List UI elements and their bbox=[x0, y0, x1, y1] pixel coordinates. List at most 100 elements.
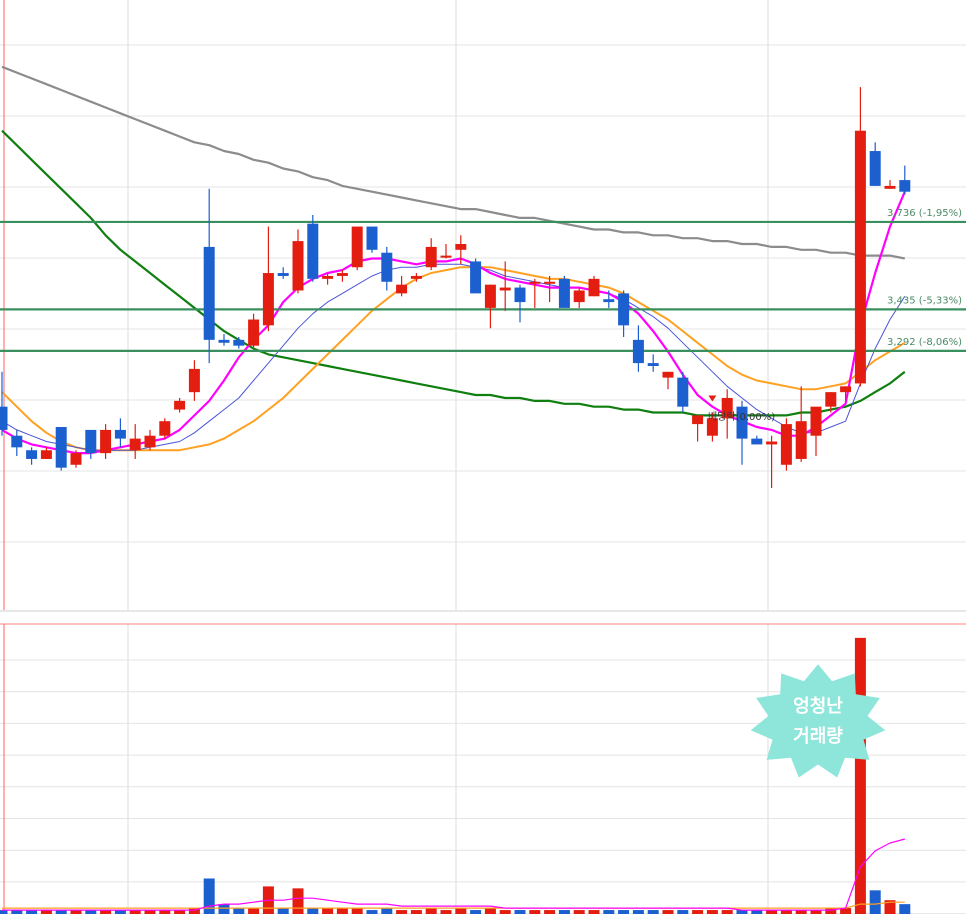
divider-gap bbox=[0, 610, 966, 624]
candle-body bbox=[203, 246, 215, 340]
candle-body bbox=[174, 400, 186, 410]
volume-bar-21 bbox=[307, 908, 319, 914]
candle-body bbox=[677, 377, 689, 407]
candle-40 bbox=[588, 275, 600, 297]
candle-body bbox=[692, 415, 704, 425]
candle-17 bbox=[248, 313, 260, 349]
candle-4 bbox=[55, 427, 67, 471]
candle-21 bbox=[307, 214, 319, 282]
candle-body bbox=[218, 339, 230, 343]
volume-bar-15 bbox=[218, 904, 230, 914]
candle-body bbox=[780, 424, 792, 465]
candle-body bbox=[455, 244, 467, 250]
candle-body bbox=[588, 278, 600, 297]
candle-body bbox=[869, 151, 881, 186]
candle-61 bbox=[899, 165, 911, 195]
candle-body bbox=[381, 252, 393, 282]
volume-bar-29 bbox=[425, 908, 437, 914]
candle-body bbox=[100, 429, 112, 454]
candle-51 bbox=[751, 435, 763, 445]
candle-body bbox=[396, 284, 408, 294]
volume-bar-44 bbox=[647, 910, 659, 914]
candle-body bbox=[425, 246, 437, 268]
candle-body bbox=[618, 293, 630, 326]
volume-bar-20 bbox=[292, 888, 304, 914]
candle-10 bbox=[144, 429, 156, 451]
candle-body bbox=[144, 435, 156, 448]
candle-body bbox=[40, 450, 52, 459]
volume-bar-58 bbox=[854, 637, 866, 914]
volume-bar-45 bbox=[662, 910, 674, 914]
candle-11 bbox=[159, 418, 171, 439]
candle-36 bbox=[529, 278, 541, 308]
moving-averages bbox=[1, 65, 906, 455]
volume-bar-35 bbox=[514, 910, 526, 914]
volume-ma-orange bbox=[2, 901, 905, 909]
candle-body bbox=[795, 421, 807, 459]
candle-body bbox=[499, 287, 511, 291]
candle-body bbox=[558, 278, 570, 308]
candle-18 bbox=[262, 226, 274, 332]
candles bbox=[0, 87, 911, 488]
candle-25 bbox=[366, 226, 378, 253]
volume-bar-41 bbox=[603, 910, 615, 914]
candle-body bbox=[632, 339, 644, 364]
candle-body bbox=[307, 223, 319, 279]
candle-body bbox=[810, 406, 822, 436]
level-label-0: 3,736 (-1,95%) bbox=[887, 208, 962, 219]
volume-bar-25 bbox=[366, 910, 378, 914]
candle-body bbox=[840, 386, 852, 393]
volume-bar-59 bbox=[869, 890, 881, 914]
chart-canvas: 3,736 (-1,95%) 3,435 (-5,33%) 3,292 (-8,06… bbox=[0, 0, 966, 915]
volume-bar-40 bbox=[588, 910, 600, 914]
candle-body bbox=[292, 241, 304, 291]
candle-47 bbox=[692, 415, 704, 442]
annotation-text: 베당락(0,00%) bbox=[708, 411, 775, 423]
candle-42 bbox=[618, 290, 630, 337]
candle-body bbox=[277, 273, 289, 276]
candle-body bbox=[0, 406, 8, 430]
candle-body bbox=[529, 281, 541, 284]
candle-body bbox=[322, 275, 334, 279]
volume-bar-23 bbox=[336, 908, 348, 914]
level-label-2: 3,292 (-8,06%) bbox=[887, 337, 962, 348]
candle-24 bbox=[351, 226, 363, 271]
stock-chart: 3,736 (-1,95%) 3,435 (-5,33%) 3,292 (-8,06… bbox=[0, 0, 966, 915]
candle-body bbox=[484, 284, 496, 308]
candle-body bbox=[662, 371, 674, 378]
candle-27 bbox=[396, 275, 408, 297]
candle-body bbox=[647, 363, 659, 366]
candle-46 bbox=[677, 371, 689, 413]
candle-50 bbox=[736, 400, 748, 465]
volume-bar-33 bbox=[484, 908, 496, 914]
volume-bar-56 bbox=[825, 908, 837, 914]
candle-body bbox=[248, 319, 260, 346]
volume-bar-48 bbox=[706, 910, 718, 914]
volume-bar-32 bbox=[470, 910, 482, 914]
candle-32 bbox=[470, 258, 482, 294]
volume-panel bbox=[0, 637, 911, 914]
candle-9 bbox=[129, 424, 141, 459]
volume-bar-43 bbox=[632, 910, 644, 914]
candle-body bbox=[470, 261, 482, 294]
candle-60 bbox=[884, 180, 896, 189]
volume-bar-31 bbox=[455, 908, 467, 914]
volume-bar-26 bbox=[381, 908, 393, 914]
candle-20 bbox=[292, 229, 304, 294]
badge-line1: 엉청난 bbox=[793, 696, 843, 717]
candle-body bbox=[336, 273, 348, 276]
candle-body bbox=[159, 421, 171, 436]
candle-58 bbox=[854, 87, 866, 387]
candle-body bbox=[262, 273, 274, 326]
candle-1 bbox=[11, 429, 23, 457]
candle-body bbox=[544, 281, 556, 284]
candle-body bbox=[351, 226, 363, 268]
volume-bar-27 bbox=[396, 910, 408, 914]
volume-bar-34 bbox=[499, 910, 511, 914]
volume-ma-magenta bbox=[2, 838, 905, 911]
grid bbox=[0, 0, 966, 915]
volume-bar-24 bbox=[351, 908, 363, 914]
candle-45 bbox=[662, 371, 674, 390]
candle-30 bbox=[440, 244, 452, 259]
candle-13 bbox=[188, 360, 200, 401]
